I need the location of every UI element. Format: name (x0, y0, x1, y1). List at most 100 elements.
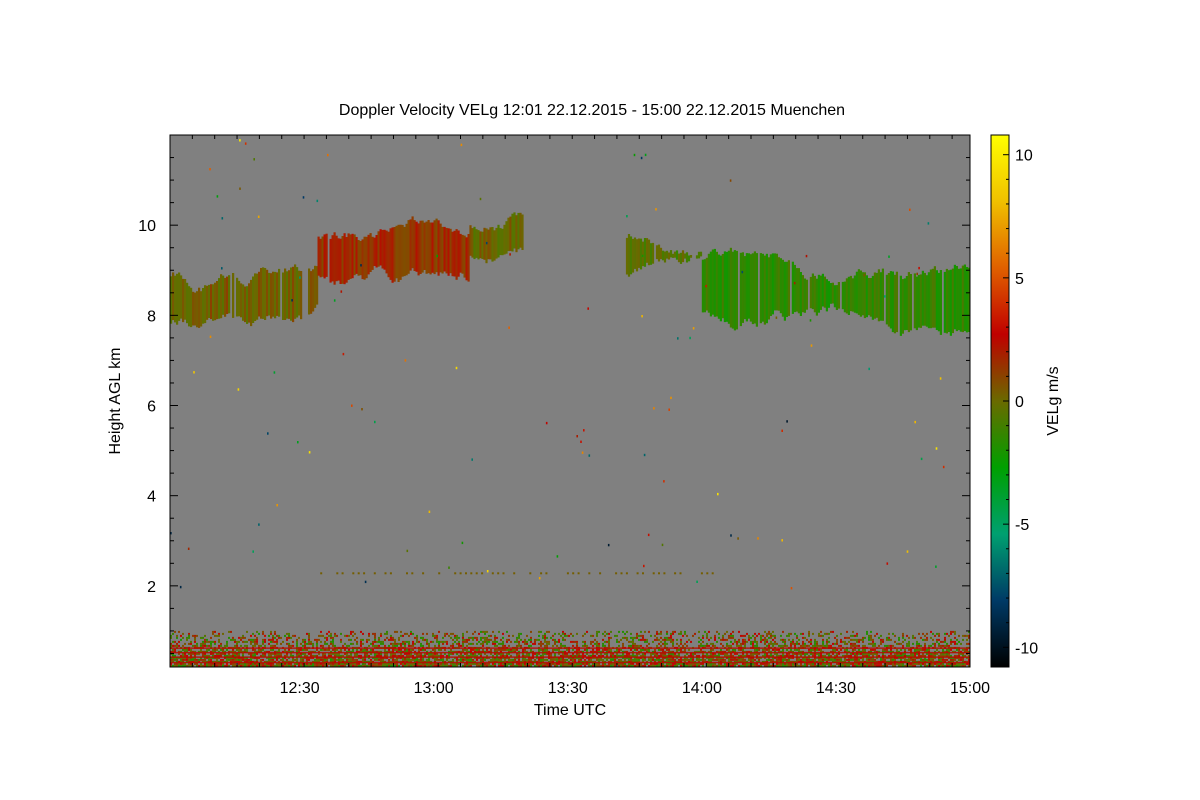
cloud-column (783, 261, 786, 321)
cloud-column (905, 276, 908, 330)
surface-echo (808, 634, 810, 637)
surface-echo (730, 640, 732, 643)
surface-echo (566, 634, 568, 637)
surface-echo (848, 636, 850, 639)
surface-echo (712, 644, 714, 647)
cloud-column (951, 268, 954, 334)
cloud-column (863, 272, 866, 319)
surface-echo (966, 648, 968, 651)
surface-echo (362, 642, 364, 645)
clutter-echo (513, 572, 516, 575)
surface-echo (298, 636, 300, 639)
surface-echo (260, 648, 262, 651)
surface-echo (668, 638, 670, 641)
surface-echo (834, 658, 836, 661)
surface-echo (394, 642, 396, 645)
surface-echo (454, 634, 456, 637)
cloud-column (635, 239, 639, 272)
surface-echo (700, 658, 702, 661)
surface-echo (480, 642, 482, 645)
surface-echo (800, 658, 802, 661)
surface-echo (458, 636, 460, 639)
clutter-echo (642, 572, 644, 575)
surface-echo (368, 632, 370, 635)
surface-echo (550, 636, 552, 639)
noise-speckle (692, 327, 695, 330)
surface-echo (540, 630, 542, 633)
cloud-column (323, 234, 326, 279)
cloud-column (877, 269, 880, 322)
surface-echo (910, 648, 912, 651)
cloud-column (659, 247, 663, 260)
surface-echo (856, 644, 858, 647)
surface-echo (330, 636, 332, 639)
surface-echo (916, 648, 918, 651)
clutter-echo (572, 572, 575, 575)
surface-echo (636, 644, 638, 647)
noise-speckle (327, 153, 329, 157)
surface-echo (610, 648, 612, 651)
cloud-column (284, 268, 287, 320)
surface-echo (658, 632, 660, 635)
surface-echo (750, 642, 752, 645)
surface-echo (334, 658, 336, 661)
surface-echo (268, 658, 270, 661)
surface-echo (448, 634, 450, 637)
surface-echo (404, 644, 406, 647)
surface-echo (324, 658, 326, 661)
surface-echo (178, 644, 180, 647)
surface-echo (656, 644, 658, 647)
cloud-column (625, 237, 629, 275)
surface-echo (606, 648, 608, 651)
cloud-column (192, 291, 195, 326)
noise-speckle (916, 272, 918, 276)
surface-echo (702, 634, 704, 637)
cloud-column (457, 230, 460, 277)
surface-echo (330, 640, 332, 643)
surface-echo (478, 640, 480, 643)
surface-echo (194, 634, 196, 637)
surface-echo (856, 638, 858, 641)
surface-echo (616, 638, 618, 641)
cloud-column (268, 272, 271, 316)
surface-echo (314, 638, 316, 641)
surface-echo (608, 644, 610, 647)
surface-echo (642, 634, 644, 637)
surface-echo (852, 634, 854, 637)
cloud-column (505, 221, 508, 254)
surface-echo (816, 648, 818, 651)
surface-echo (572, 648, 574, 651)
surface-echo (618, 640, 620, 643)
surface-echo (270, 638, 272, 641)
noise-speckle (538, 577, 541, 580)
cloud-column (385, 230, 388, 274)
surface-echo (262, 638, 264, 641)
surface-echo (596, 632, 598, 635)
surface-echo (678, 632, 680, 635)
noise-speckle (939, 377, 942, 380)
surface-echo (742, 642, 744, 645)
surface-echo (472, 642, 474, 645)
surface-echo (870, 634, 872, 637)
surface-echo (946, 648, 948, 651)
cloud-column (645, 238, 649, 263)
surface-echo (598, 644, 600, 647)
noise-speckle (781, 539, 783, 542)
cloud-column (339, 238, 342, 284)
surface-echo (510, 658, 512, 661)
surface-echo (958, 640, 960, 643)
surface-echo (760, 636, 762, 639)
surface-echo (176, 658, 178, 661)
surface-echo (524, 638, 526, 641)
surface-echo (328, 648, 330, 651)
surface-echo (630, 644, 632, 647)
noise-speckle (781, 429, 783, 432)
surface-echo (726, 638, 728, 641)
surface-echo (880, 658, 882, 661)
surface-echo (868, 638, 870, 641)
noise-speckle (705, 284, 707, 288)
surface-echo (744, 634, 746, 637)
surface-echo (898, 636, 900, 639)
surface-echo (922, 658, 924, 661)
surface-echo (188, 658, 190, 661)
